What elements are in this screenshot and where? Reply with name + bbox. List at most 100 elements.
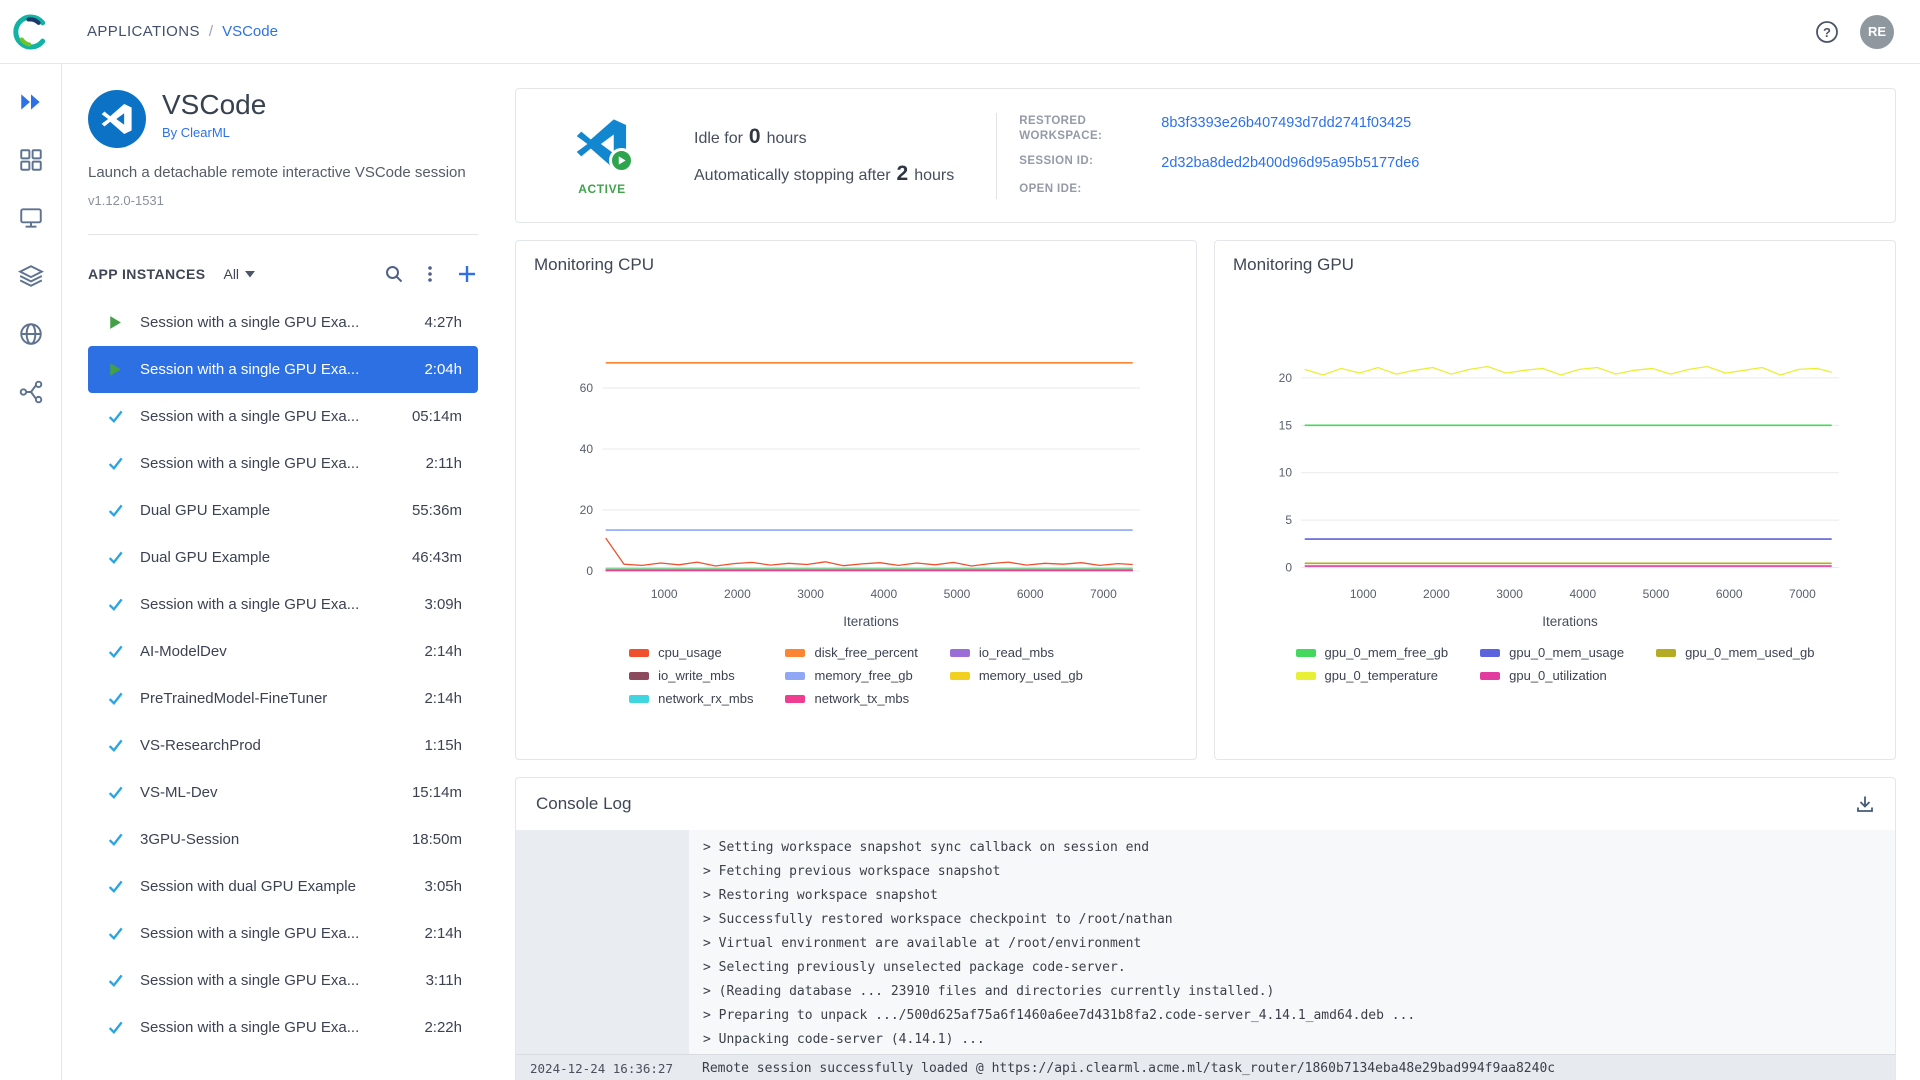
instance-name: Session with a single GPU Exa... [140, 314, 360, 331]
instance-duration: 3:09h [424, 596, 462, 613]
search-icon[interactable] [384, 264, 404, 284]
legend-item[interactable]: cpu_usage [629, 645, 753, 660]
autostop-value: 2 [896, 162, 909, 185]
workers-icon[interactable] [17, 204, 45, 232]
instance-duration: 18:50m [411, 831, 462, 848]
gpu-chart-card: Monitoring GPU 0 5 10 15 20 1000 2000 3000 4000 5… [1214, 240, 1896, 760]
list-item[interactable]: Session with a single GPU Exa... 2:22h [88, 1004, 478, 1051]
sidebar-divider [88, 234, 478, 235]
svg-text:40: 40 [580, 442, 594, 456]
legend-item[interactable]: io_write_mbs [629, 668, 753, 683]
list-item[interactable]: Session with a single GPU Exa... 3:11h [88, 957, 478, 1004]
legend-swatch [1656, 648, 1677, 657]
hyperdatasets-icon[interactable] [17, 320, 45, 348]
instance-duration: 46:43m [411, 549, 462, 566]
running-play-icon [106, 361, 128, 378]
legend-item[interactable]: gpu_0_mem_usage [1480, 645, 1624, 660]
legend-item[interactable]: io_read_mbs [949, 645, 1083, 660]
list-item[interactable]: VS-ML-Dev 15:14m [88, 769, 478, 816]
help-icon[interactable]: ? [1814, 19, 1840, 45]
list-item[interactable]: Dual GPU Example 46:43m [88, 534, 478, 581]
add-instance-button[interactable] [456, 263, 478, 285]
datasets-icon[interactable] [17, 262, 45, 290]
list-item[interactable]: Session with a single GPU Exa... 4:27h [88, 299, 478, 346]
legend-swatch [1480, 648, 1501, 657]
instance-name: Session with a single GPU Exa... [140, 1019, 360, 1036]
svg-text:60: 60 [580, 381, 594, 395]
kebab-menu-icon[interactable] [421, 264, 439, 284]
avatar[interactable]: RE [1860, 14, 1894, 49]
legend-item[interactable]: gpu_0_utilization [1480, 668, 1624, 683]
console-log-line: > Setting workspace snapshot sync callba… [703, 840, 1150, 855]
svg-text:5000: 5000 [1643, 587, 1670, 601]
instance-name: Session with dual GPU Example [140, 878, 356, 895]
legend-swatch [1295, 671, 1316, 680]
sidebar: VSCode By ClearML Launch a detachable re… [63, 64, 500, 1080]
svg-text:3000: 3000 [1496, 587, 1523, 601]
field-label: RESTORED WORKSPACE: [1019, 114, 1103, 143]
instance-duration: 2:14h [424, 643, 462, 660]
projects-icon[interactable] [17, 146, 45, 174]
instance-name: PreTrainedModel-FineTuner [140, 690, 328, 707]
list-item[interactable]: Session with dual GPU Example 3:05h [88, 863, 478, 910]
topbar-actions: ? RE [1814, 14, 1894, 49]
breadcrumb-vscode[interactable]: VSCode [222, 23, 278, 40]
list-item[interactable]: Session with a single GPU Exa... 3:09h [88, 581, 478, 628]
download-log-button[interactable] [1855, 794, 1875, 814]
restored-workspace-row: RESTORED WORKSPACE: 8b3f3393e26b407493d7… [1019, 114, 1419, 145]
legend-item[interactable]: gpu_0_temperature [1295, 668, 1449, 683]
legend-item[interactable]: memory_used_gb [949, 668, 1083, 683]
legend-item[interactable]: memory_free_gb [785, 668, 917, 683]
autostop-suffix: hours [914, 167, 955, 184]
console-log-line: > Unpacking code-server (4.14.1) ... [703, 1032, 985, 1047]
list-item[interactable]: AI-ModelDev 2:14h [88, 628, 478, 675]
instance-duration: 05:14m [411, 408, 462, 425]
applications-icon[interactable] [17, 88, 45, 116]
svg-text:20: 20 [1279, 371, 1293, 385]
legend-item[interactable]: network_rx_mbs [629, 691, 753, 706]
idle-suffix: hours [766, 130, 807, 147]
monitoring-charts-row: Monitoring CPU 0 20 40 60 1000 2000 3000 4000 50… [515, 240, 1896, 760]
svg-text:5000: 5000 [944, 587, 971, 601]
svg-text:4000: 4000 [1569, 587, 1596, 601]
list-item[interactable]: PreTrainedModel-FineTuner 2:14h [88, 675, 478, 722]
breadcrumb: APPLICATIONS / VSCode [87, 23, 278, 40]
restored-workspace-link[interactable]: 8b3f3393e26b407493d7dd2741f03425 [1161, 114, 1411, 133]
clearml-logo[interactable] [0, 12, 62, 52]
breadcrumb-separator: / [208, 23, 214, 40]
gpu-chart-canvas[interactable]: 0 5 10 15 20 1000 2000 3000 4000 5000 6000 7000 Iter… [1255, 305, 1855, 635]
page-title: VSCode [162, 89, 267, 120]
legend-label: io_write_mbs [658, 668, 735, 683]
pipelines-icon[interactable] [17, 378, 45, 406]
list-item[interactable]: Session with a single GPU Exa... 05:14m [88, 393, 478, 440]
instances-filter-dropdown[interactable]: All [223, 266, 256, 282]
list-item[interactable]: Dual GPU Example 55:36m [88, 487, 478, 534]
instance-name: Session with a single GPU Exa... [140, 455, 360, 472]
idle-value: 0 [748, 125, 761, 148]
session-id-link[interactable]: 2d32ba8ded2b400d96d95a95b5177de6 [1161, 154, 1419, 173]
legend-label: memory_used_gb [978, 668, 1083, 683]
legend-swatch [629, 648, 650, 657]
left-nav-rail [0, 64, 62, 1080]
top-bar: APPLICATIONS / VSCode ? RE [0, 0, 1920, 64]
legend-item[interactable]: gpu_0_mem_free_gb [1295, 645, 1448, 660]
breadcrumb-applications[interactable]: APPLICATIONS [87, 23, 200, 40]
completed-check-icon [106, 643, 128, 660]
cpu-chart-card: Monitoring CPU 0 20 40 60 1000 2000 3000 4000 50… [515, 240, 1197, 760]
instance-name: Session with a single GPU Exa... [140, 408, 360, 425]
legend-item[interactable]: gpu_0_mem_used_gb [1656, 645, 1814, 660]
svg-text:5: 5 [1285, 513, 1292, 527]
completed-check-icon [106, 784, 128, 801]
list-item[interactable]: 3GPU-Session 18:50m [88, 816, 478, 863]
console-log-body[interactable]: > Setting workspace snapshot sync callba… [516, 830, 1895, 1080]
by-clearml-link[interactable]: By ClearML [162, 125, 266, 140]
list-item[interactable]: Session with a single GPU Exa... 2:04h [88, 346, 478, 393]
list-item[interactable]: Session with a single GPU Exa... 2:11h [88, 440, 478, 487]
legend-item[interactable]: network_tx_mbs [785, 691, 917, 706]
svg-text:2000: 2000 [724, 587, 751, 601]
list-item[interactable]: Session with a single GPU Exa... 2:14h [88, 910, 478, 957]
legend-item[interactable]: disk_free_percent [785, 645, 918, 660]
cpu-chart-canvas[interactable]: 0 20 40 60 1000 2000 3000 4000 5000 6000 7000 Itera… [556, 305, 1156, 635]
console-log-header: Console Log [516, 778, 1895, 830]
list-item[interactable]: VS-ResearchProd 1:15h [88, 722, 478, 769]
